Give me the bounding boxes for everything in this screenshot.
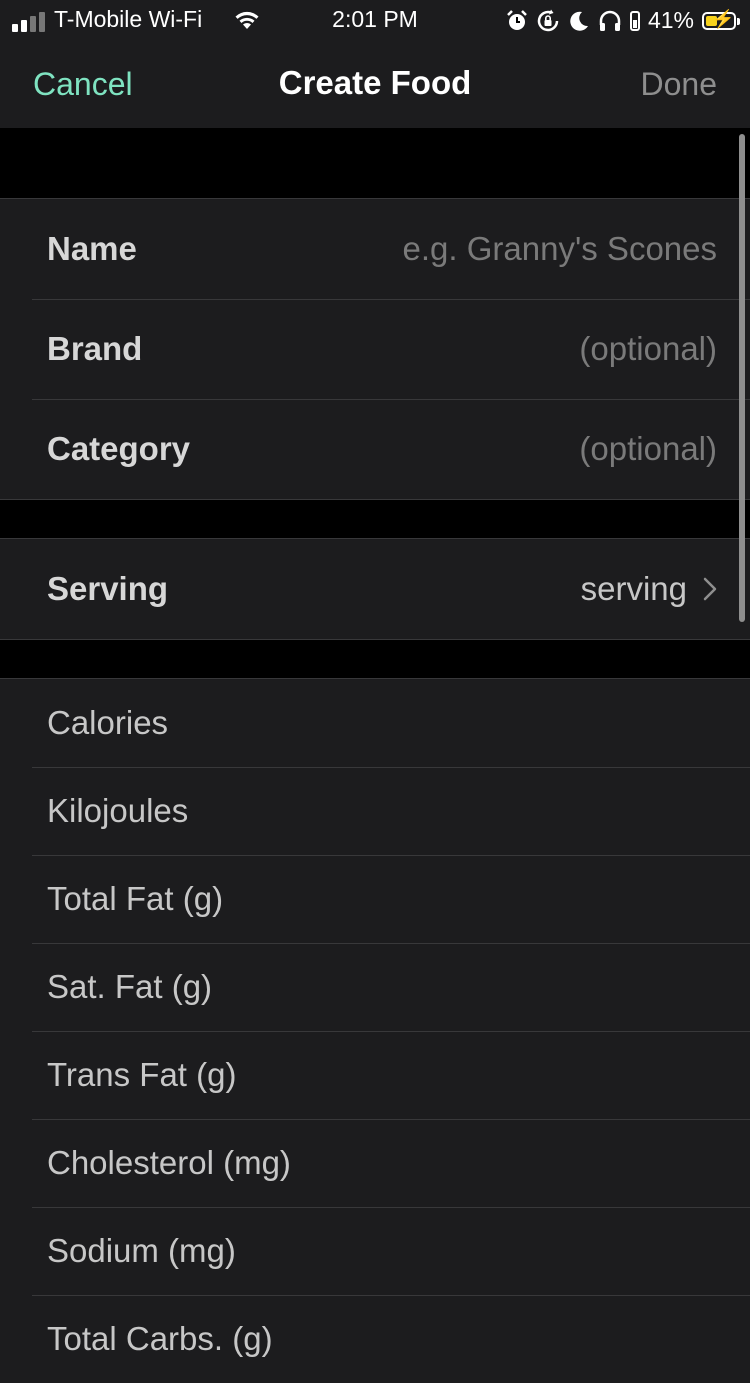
serving-label: Serving — [47, 570, 169, 607]
nutrient-label-cholesterol: Cholesterol (mg) — [47, 1144, 291, 1181]
brand-field[interactable]: (optional) — [579, 330, 717, 368]
nutrient-row[interactable]: Trans Fat (g) — [0, 1031, 750, 1119]
food-info-group: Name e.g. Granny's Scones Brand (optiona… — [0, 198, 750, 500]
nutrient-row[interactable]: Cholesterol (mg) — [0, 1119, 750, 1207]
nutrient-label-sodium: Sodium (mg) — [47, 1232, 236, 1269]
nutrient-label-total-fat: Total Fat (g) — [47, 880, 224, 917]
nutrient-label-kilojoules: Kilojoules — [47, 792, 189, 829]
category-field[interactable]: (optional) — [579, 430, 717, 468]
nutrient-row[interactable]: Sodium (mg) — [0, 1207, 750, 1295]
navigation-bar: Cancel Create Food Done — [0, 40, 750, 128]
serving-group: Serving serving — [0, 538, 750, 640]
scrollbar[interactable] — [739, 134, 745, 622]
nutrient-label-calories: Calories — [47, 704, 169, 741]
charging-bolt-icon: ⚡ — [712, 8, 735, 29]
nutrient-row[interactable]: Sat. Fat (g) — [0, 943, 750, 1031]
serving-row[interactable]: Serving serving — [0, 539, 750, 639]
moon-icon — [570, 11, 588, 31]
battery-icon: ⚡ — [702, 8, 740, 30]
nutrient-label-trans-fat: Trans Fat (g) — [47, 1056, 237, 1093]
nutrient-label-sat-fat: Sat. Fat (g) — [47, 968, 213, 1005]
brand-label: Brand — [47, 330, 143, 367]
alarm-icon — [507, 9, 527, 30]
nutrient-row[interactable]: Kilojoules — [0, 767, 750, 855]
device-icon — [629, 10, 640, 31]
chevron-right-icon — [703, 577, 717, 601]
orientation-lock-icon — [537, 9, 559, 31]
nutrient-label-total-carbs: Total Carbs. (g) — [47, 1320, 273, 1357]
page-title: Create Food — [278, 64, 472, 101]
nutrient-row[interactable]: Calories — [0, 679, 750, 767]
done-button[interactable]: Done — [641, 66, 718, 103]
category-label: Category — [47, 430, 191, 467]
headphones-icon — [599, 10, 621, 31]
name-label: Name — [47, 230, 137, 267]
nutrients-group: Calories Kilojoules Total Fat (g) Sat. F… — [0, 678, 750, 1383]
battery-percent: 41% — [647, 7, 694, 33]
nutrient-row[interactable]: Total Fat (g) — [0, 855, 750, 943]
brand-row[interactable]: Brand (optional) — [0, 299, 750, 399]
category-row[interactable]: Category (optional) — [0, 399, 750, 499]
serving-value: serving — [580, 570, 687, 607]
nutrient-row[interactable]: Total Carbs. (g) — [0, 1295, 750, 1383]
name-row[interactable]: Name e.g. Granny's Scones — [0, 199, 750, 299]
status-bar: T-Mobile Wi-Fi 2:01 PM 41% ⚡ — [0, 0, 750, 40]
name-field[interactable]: e.g. Granny's Scones — [403, 230, 717, 268]
